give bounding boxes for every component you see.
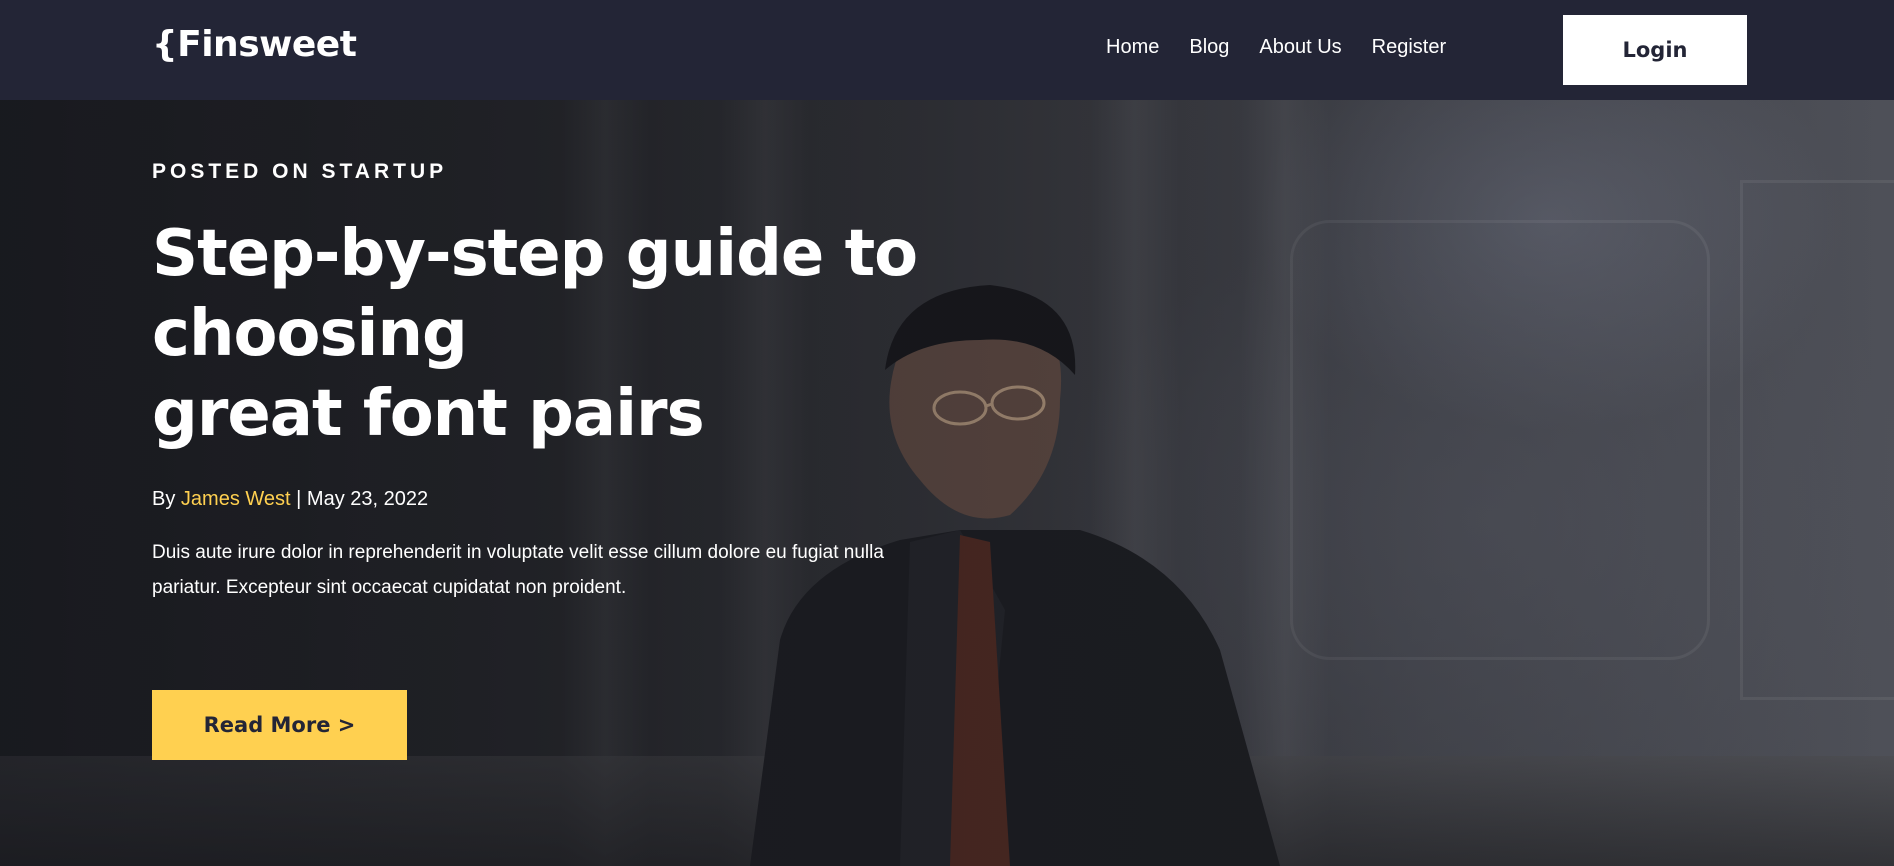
post-category-label: POSTED ON STARTUP xyxy=(152,160,448,183)
post-date: May 23, 2022 xyxy=(306,488,429,510)
brand-logo[interactable]: {Finsweet xyxy=(152,24,357,65)
main-nav: Home Blog About Us Register xyxy=(1106,36,1446,59)
read-more-button[interactable]: Read More > xyxy=(152,690,407,760)
byline-prefix: By xyxy=(152,488,176,510)
post-byline: By James West | May 23, 2022 xyxy=(152,488,1152,511)
post-headline-line-1: Step-by-step guide to choosing xyxy=(152,217,918,371)
author-link[interactable]: James West xyxy=(181,488,291,510)
nav-link-about-us[interactable]: About Us xyxy=(1259,36,1341,59)
post-excerpt: Duis aute irure dolor in reprehenderit i… xyxy=(152,542,884,598)
nav-link-blog[interactable]: Blog xyxy=(1189,36,1229,59)
top-navbar: {Finsweet Home Blog About Us Register Lo… xyxy=(0,0,1894,100)
hero-content: POSTED ON STARTUP Step-by-step guide to … xyxy=(152,160,1152,605)
byline-separator: | xyxy=(296,488,302,510)
login-button[interactable]: Login xyxy=(1563,15,1747,85)
nav-link-register[interactable]: Register xyxy=(1372,36,1446,59)
post-headline-line-2: great font pairs xyxy=(152,377,705,451)
nav-link-home[interactable]: Home xyxy=(1106,36,1159,59)
post-headline: Step-by-step guide to choosing great fon… xyxy=(152,214,1162,454)
